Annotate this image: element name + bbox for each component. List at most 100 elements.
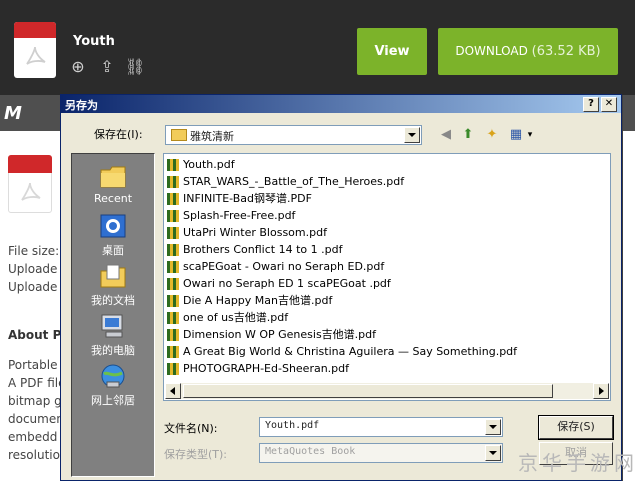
pdf-book-icon bbox=[167, 346, 179, 358]
new-folder-icon[interactable]: ✦ bbox=[483, 126, 501, 144]
chevron-down-icon[interactable] bbox=[404, 127, 420, 143]
about-text-line: resolutio bbox=[8, 448, 60, 462]
chevron-down-icon[interactable]: ▾ bbox=[521, 126, 539, 144]
file-item[interactable]: UtaPri Winter Blossom.pdf bbox=[167, 224, 607, 241]
file-name: Youth.pdf bbox=[183, 158, 235, 171]
place-label: 桌面 bbox=[102, 244, 124, 257]
place-label: 网上邻居 bbox=[91, 394, 135, 407]
pdf-book-icon bbox=[167, 363, 179, 375]
view-button[interactable]: View bbox=[357, 28, 427, 75]
file-item[interactable]: one of us吉他谱.pdf bbox=[167, 309, 607, 326]
file-item[interactable]: Brothers Conflict 14 to 1 .pdf bbox=[167, 241, 607, 258]
file-item[interactable]: Owari no Seraph ED 1 scaPEGoat .pdf bbox=[167, 275, 607, 292]
place-my-computer[interactable]: 我的电脑 bbox=[72, 312, 154, 358]
link-icon[interactable]: ⛓ bbox=[125, 58, 145, 76]
filetype-select[interactable]: MetaQuotes Book bbox=[259, 443, 503, 463]
save-in-label: 保存在(I): bbox=[94, 128, 143, 141]
pdf-book-icon bbox=[167, 312, 179, 324]
place-my-documents[interactable]: 我的文档 bbox=[72, 262, 154, 308]
filename-value: Youth.pdf bbox=[265, 420, 320, 431]
pdf-book-icon bbox=[167, 210, 179, 222]
watermark: 京华手游网 bbox=[518, 451, 635, 475]
dialog-title: 另存为 bbox=[65, 99, 98, 112]
about-heading: About P bbox=[8, 328, 62, 342]
pdf-file-icon bbox=[14, 22, 56, 78]
file-item[interactable]: INFINITE-Bad钢琴谱.PDF bbox=[167, 190, 607, 207]
share-icon[interactable]: ⇪ bbox=[97, 58, 117, 76]
places-bar: Recent 桌面 我的文档 我的电脑 网上邻居 bbox=[71, 153, 155, 477]
chevron-down-icon[interactable] bbox=[485, 419, 501, 435]
file-item[interactable]: PHOTOGRAPH-Ed-Sheeran.pdf bbox=[167, 360, 607, 377]
file-title: Youth bbox=[73, 34, 115, 49]
pdf-book-icon bbox=[167, 295, 179, 307]
file-item[interactable]: Dimension W OP Genesis吉他谱.pdf bbox=[167, 326, 607, 343]
uploaded-label: Uploade bbox=[8, 262, 58, 276]
file-item[interactable]: Die A Happy Man吉他谱.pdf bbox=[167, 292, 607, 309]
pdf-book-icon bbox=[167, 329, 179, 341]
file-name: A Great Big World & Christina Aguilera —… bbox=[183, 345, 518, 358]
file-list[interactable]: Youth.pdf STAR_WARS_-_Battle_of_The_Heroe… bbox=[163, 153, 611, 401]
place-recent[interactable]: Recent bbox=[72, 162, 154, 205]
back-icon[interactable]: ◀ bbox=[437, 126, 455, 144]
place-label: Recent bbox=[93, 192, 133, 205]
pdf-file-icon bbox=[8, 155, 52, 213]
file-item[interactable]: STAR_WARS_-_Battle_of_The_Heroes.pdf bbox=[167, 173, 607, 190]
close-button[interactable]: ✕ bbox=[601, 97, 617, 112]
file-name: scaPEGoat - Owari no Seraph ED.pdf bbox=[183, 260, 385, 273]
place-network[interactable]: 网上邻居 bbox=[72, 362, 154, 408]
pdf-book-icon bbox=[167, 278, 179, 290]
save-button[interactable]: 保存(S) bbox=[538, 415, 614, 440]
pdf-book-icon bbox=[167, 244, 179, 256]
file-item[interactable]: Youth.pdf bbox=[167, 156, 607, 173]
about-text-line: A PDF file bbox=[8, 376, 66, 390]
place-desktop[interactable]: 桌面 bbox=[72, 212, 154, 258]
scroll-left-button[interactable] bbox=[165, 383, 181, 399]
scroll-right-button[interactable] bbox=[593, 383, 609, 399]
file-name: one of us吉他谱.pdf bbox=[183, 311, 289, 324]
pdf-book-icon bbox=[167, 193, 179, 205]
file-name: PHOTOGRAPH-Ed-Sheeran.pdf bbox=[183, 362, 350, 375]
filetype-label: 保存类型(T): bbox=[164, 448, 228, 461]
download-button[interactable]: DOWNLOAD (63.52 KB) bbox=[438, 28, 618, 75]
save-in-combo[interactable]: 雅筑清新 bbox=[165, 125, 422, 145]
about-text-line: Portable bbox=[8, 358, 58, 372]
chevron-down-icon[interactable] bbox=[485, 445, 501, 461]
filename-input[interactable]: Youth.pdf bbox=[259, 417, 503, 437]
filetype-value: MetaQuotes Book bbox=[265, 446, 356, 457]
file-size-label: File size: bbox=[8, 244, 60, 258]
dialog-titlebar[interactable]: 另存为 ? ✕ bbox=[61, 95, 621, 113]
file-item[interactable]: A Great Big World & Christina Aguilera —… bbox=[167, 343, 607, 360]
save-as-dialog: 另存为 ? ✕ 保存在(I): 雅筑清新 ◀ ⬆ ✦ ▦ ▾ Recent 桌面 bbox=[60, 94, 622, 481]
file-name: Owari no Seraph ED 1 scaPEGoat .pdf bbox=[183, 277, 391, 290]
uploaded-label: Uploade bbox=[8, 280, 58, 294]
recent-folder-icon bbox=[98, 162, 128, 190]
file-name: UtaPri Winter Blossom.pdf bbox=[183, 226, 327, 239]
help-button[interactable]: ? bbox=[583, 97, 599, 112]
download-label: DOWNLOAD bbox=[455, 44, 528, 58]
about-text-line: documen bbox=[8, 412, 64, 426]
up-folder-icon[interactable]: ⬆ bbox=[459, 126, 477, 144]
file-name: INFINITE-Bad钢琴谱.PDF bbox=[183, 192, 312, 205]
pdf-book-icon bbox=[167, 261, 179, 273]
file-item[interactable]: scaPEGoat - Owari no Seraph ED.pdf bbox=[167, 258, 607, 275]
save-in-value: 雅筑清新 bbox=[190, 130, 234, 143]
download-size: (63.52 KB) bbox=[531, 44, 601, 59]
file-name: STAR_WARS_-_Battle_of_The_Heroes.pdf bbox=[183, 175, 405, 188]
file-items: Youth.pdf STAR_WARS_-_Battle_of_The_Heroe… bbox=[167, 156, 607, 377]
horizontal-scrollbar[interactable] bbox=[165, 383, 609, 399]
my-computer-icon bbox=[98, 312, 128, 340]
desktop-icon bbox=[98, 212, 128, 240]
place-label: 我的电脑 bbox=[91, 344, 135, 357]
file-item[interactable]: Splash-Free-Free.pdf bbox=[167, 207, 607, 224]
file-name: Splash-Free-Free.pdf bbox=[183, 209, 296, 222]
plus-icon[interactable]: ⊕ bbox=[68, 58, 88, 76]
place-label: 我的文档 bbox=[91, 294, 135, 307]
brand-logo: M bbox=[4, 103, 22, 124]
pdf-book-icon bbox=[167, 176, 179, 188]
about-text-line: embedd bbox=[8, 430, 58, 444]
file-name: Die A Happy Man吉他谱.pdf bbox=[183, 294, 333, 307]
scroll-thumb[interactable] bbox=[183, 384, 553, 398]
file-name: Dimension W OP Genesis吉他谱.pdf bbox=[183, 328, 377, 341]
folder-icon bbox=[171, 129, 187, 141]
filename-label: 文件名(N): bbox=[164, 422, 218, 435]
